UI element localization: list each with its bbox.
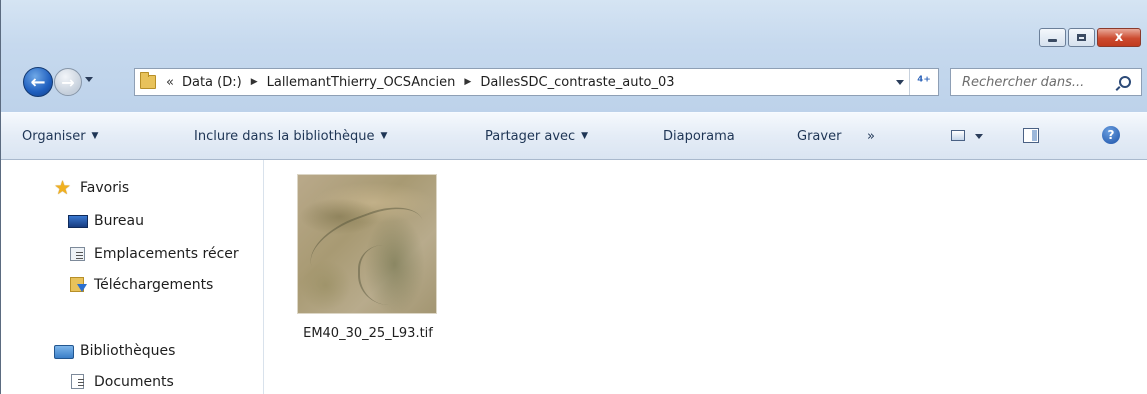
- file-list: EM40_30_25_L93.tif: [265, 160, 1147, 394]
- document-icon: [68, 374, 88, 390]
- breadcrumb-item-folder[interactable]: LallemantThierry_OCSAncien: [267, 75, 456, 90]
- title-bar: x ← → « Data (D:) ▶ LallemantThierry_OCS…: [1, 0, 1147, 112]
- breadcrumb-separator-icon[interactable]: ▶: [251, 77, 258, 87]
- minimize-button[interactable]: [1039, 28, 1066, 47]
- sidebar-item-favoris[interactable]: ★ Favoris: [54, 180, 129, 196]
- sidebar-item-label: Emplacements récer: [94, 246, 239, 262]
- include-library-menu[interactable]: Inclure dans la bibliothèque ▼: [194, 113, 387, 159]
- sidebar-item-label: Bureau: [94, 213, 144, 229]
- slideshow-label: Diaporama: [663, 128, 735, 144]
- help-icon[interactable]: ?: [1102, 126, 1120, 144]
- chevron-down-icon: ▼: [91, 131, 99, 141]
- navigation-row: ← → « Data (D:) ▶ LallemantThierry_OCSAn…: [1, 64, 1147, 100]
- window-controls: x: [1039, 28, 1141, 47]
- sidebar-item-recent-places[interactable]: Emplacements récer: [68, 246, 264, 262]
- breadcrumb-item-current[interactable]: DallesSDC_contraste_auto_03: [480, 75, 674, 90]
- forward-arrow-icon: →: [61, 72, 75, 92]
- include-library-label: Inclure dans la bibliothèque: [194, 128, 375, 144]
- change-view-icon[interactable]: [951, 130, 965, 141]
- minimize-icon: [1048, 39, 1057, 42]
- explorer-window: x ← → « Data (D:) ▶ LallemantThierry_OCS…: [0, 0, 1147, 394]
- back-button[interactable]: ←: [23, 67, 53, 97]
- breadcrumb: « Data (D:) ▶ LallemantThierry_OCSAncien…: [166, 75, 675, 90]
- breadcrumb-item-drive[interactable]: Data (D:): [182, 75, 242, 90]
- star-icon: ★: [54, 180, 72, 196]
- sidebar-item-label: Bibliothèques: [80, 343, 176, 359]
- help-glyph: ?: [1107, 128, 1115, 142]
- refresh-button[interactable]: ⁴⁺: [909, 69, 938, 95]
- file-name: EM40_30_25_L93.tif: [303, 326, 433, 341]
- libraries-icon: [54, 343, 74, 359]
- share-with-menu[interactable]: Partager avec ▼: [485, 113, 588, 159]
- breadcrumb-overflow[interactable]: «: [166, 75, 174, 90]
- slideshow-button[interactable]: Diaporama: [663, 113, 735, 159]
- breadcrumb-separator-icon[interactable]: ▶: [464, 77, 471, 87]
- organiser-menu[interactable]: Organiser ▼: [22, 113, 98, 159]
- forward-button[interactable]: →: [54, 68, 82, 96]
- command-bar: Organiser ▼ Inclure dans la bibliothèque ▼…: [1, 112, 1147, 160]
- folder-icon: [140, 72, 156, 89]
- burn-button[interactable]: Graver: [797, 113, 841, 159]
- back-arrow-icon: ←: [30, 71, 46, 93]
- desktop-icon: [68, 213, 88, 229]
- maximize-button[interactable]: [1068, 28, 1095, 47]
- search-input[interactable]: Rechercher dans...: [962, 75, 1084, 90]
- file-item[interactable]: EM40_30_25_L93.tif: [293, 174, 443, 342]
- recent-pages-dropdown-icon[interactable]: [85, 77, 93, 82]
- burn-label: Graver: [797, 128, 842, 144]
- address-bar[interactable]: « Data (D:) ▶ LallemantThierry_OCSAncien…: [134, 68, 939, 96]
- share-with-label: Partager avec: [485, 128, 576, 144]
- recent-places-icon: [68, 246, 88, 262]
- close-icon: x: [1114, 30, 1124, 45]
- sidebar-item-downloads[interactable]: Téléchargements: [68, 277, 264, 293]
- refresh-icon: ⁴⁺: [917, 74, 931, 90]
- maximize-icon: [1077, 34, 1086, 41]
- sidebar-item-bureau[interactable]: Bureau: [68, 213, 264, 229]
- chevron-down-icon: ▼: [581, 131, 589, 141]
- more-commands-icon: »: [867, 128, 875, 144]
- navigation-pane: ★ Favoris Bureau Emplacements récer Télé…: [1, 160, 264, 394]
- organiser-label: Organiser: [22, 128, 86, 144]
- close-button[interactable]: x: [1097, 28, 1141, 47]
- image-thumbnail[interactable]: [297, 174, 437, 314]
- preview-pane-icon[interactable]: [1023, 128, 1039, 143]
- sidebar-item-libraries[interactable]: Bibliothèques: [54, 343, 175, 359]
- search-box[interactable]: Rechercher dans...: [950, 68, 1142, 96]
- downloads-folder-icon: [68, 277, 88, 293]
- more-commands-button[interactable]: »: [867, 113, 875, 159]
- view-options-dropdown-icon[interactable]: [975, 134, 983, 139]
- chevron-down-icon: ▼: [380, 131, 388, 141]
- sidebar-item-label: Téléchargements: [94, 277, 214, 293]
- sidebar-item-documents[interactable]: Documents: [68, 374, 264, 390]
- address-dropdown-icon[interactable]: [896, 80, 904, 85]
- sidebar-item-label: Favoris: [80, 180, 130, 196]
- search-icon[interactable]: [1119, 76, 1131, 88]
- sidebar-item-label: Documents: [94, 374, 174, 390]
